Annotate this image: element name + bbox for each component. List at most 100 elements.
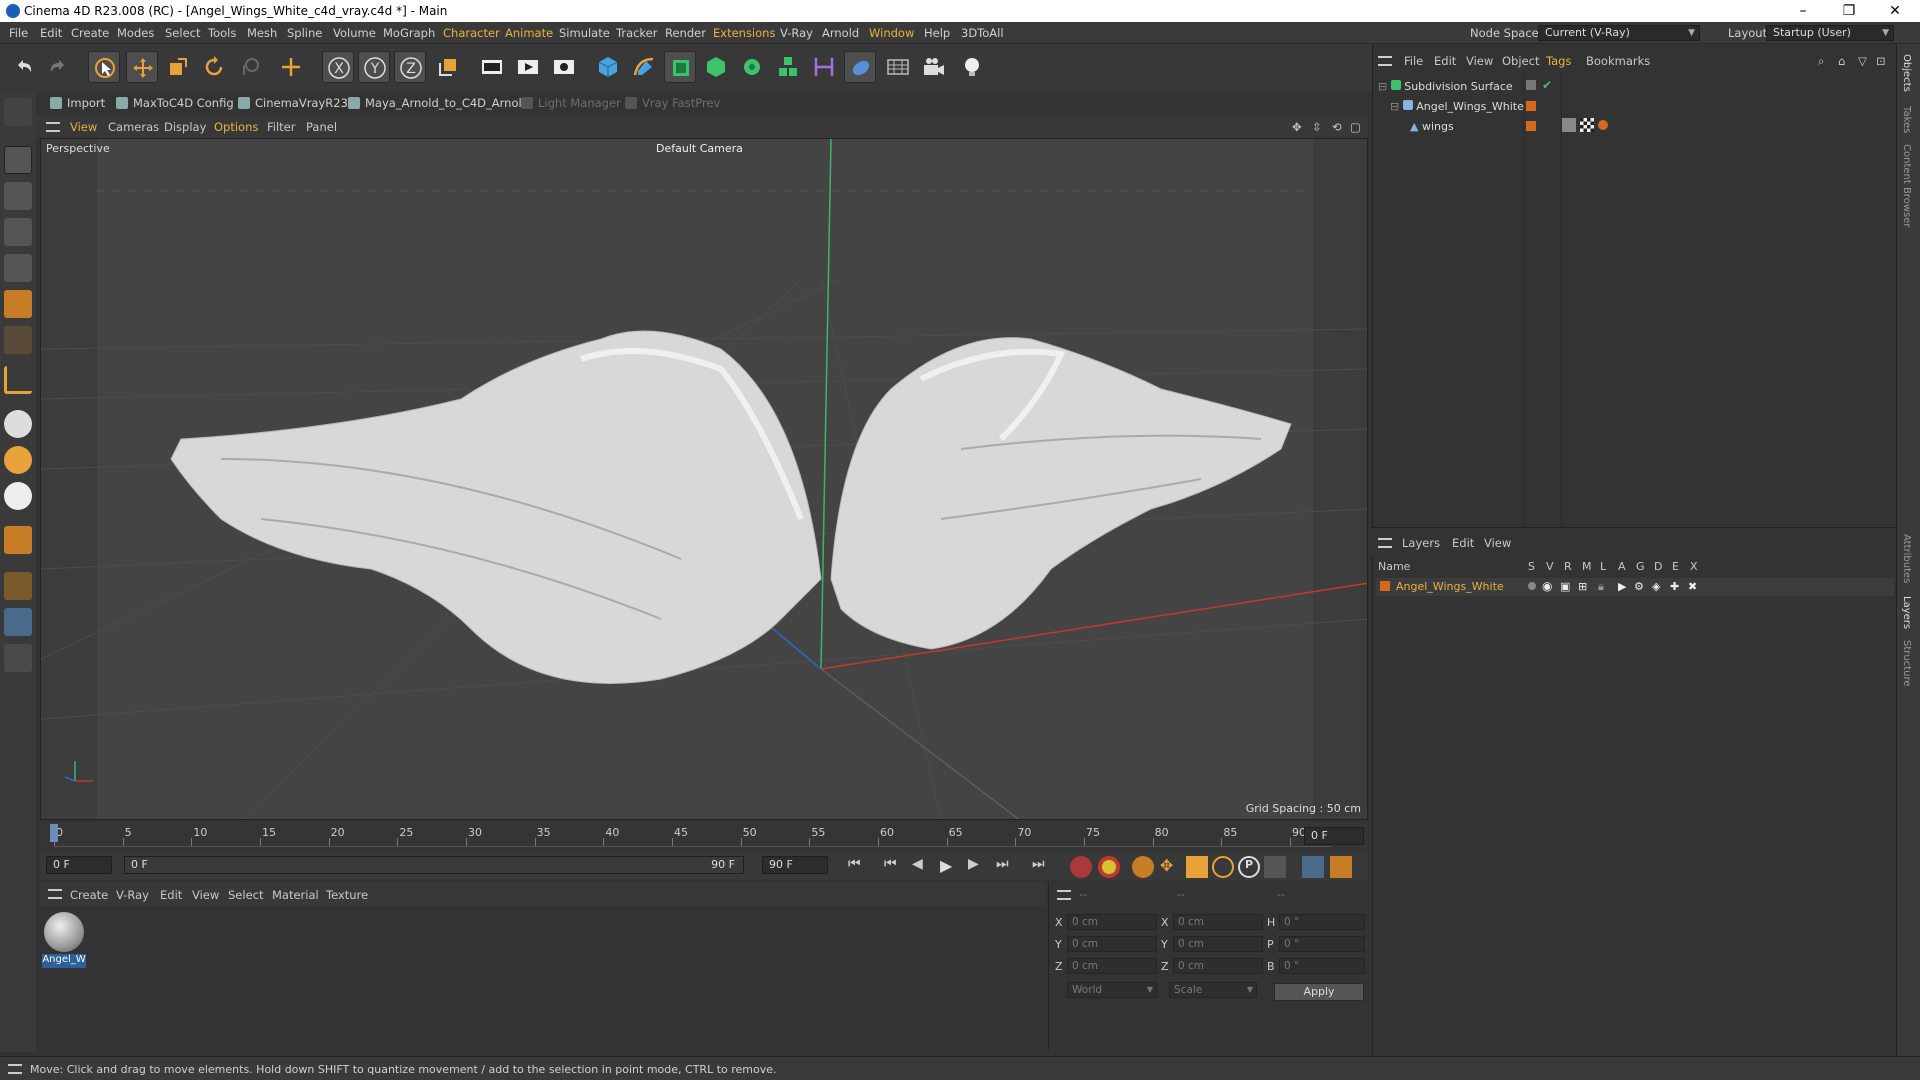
menu-tracker[interactable]: Tracker: [616, 26, 658, 40]
home-icon[interactable]: ⌂: [1838, 54, 1845, 68]
plugin-light-manager[interactable]: Light Manager: [521, 96, 621, 110]
menu-tools[interactable]: Tools: [208, 26, 236, 40]
motion-system-icon[interactable]: [1302, 856, 1324, 878]
timeline-frame-field[interactable]: 0 F: [1304, 827, 1364, 845]
plugin-maxtoc4d-config[interactable]: MaxToC4D Config: [116, 96, 234, 110]
render-settings-button[interactable]: [548, 51, 580, 83]
menu-mesh[interactable]: Mesh: [247, 26, 277, 40]
vp-menu-options[interactable]: Options: [214, 120, 258, 134]
y-axis-lock-button[interactable]: Y: [358, 51, 390, 83]
expand-minus-icon[interactable]: ⊟: [1378, 80, 1387, 93]
deformer-icon[interactable]: [808, 51, 840, 83]
layer-color-swatch[interactable]: [1526, 121, 1536, 131]
maximize-button[interactable]: ❐: [1826, 1, 1872, 21]
layer-menu-layers[interactable]: Layers: [1402, 536, 1440, 550]
object-row-angel-wings[interactable]: ⊟ Angel_Wings_White: [1390, 100, 1524, 113]
menu-select[interactable]: Select: [165, 26, 200, 40]
eye-icon[interactable]: ◉: [1542, 579, 1552, 593]
live-selection-tool[interactable]: [88, 51, 120, 83]
cloner-icon[interactable]: [736, 51, 768, 83]
recent-tool-button[interactable]: [236, 51, 268, 83]
scale-tool[interactable]: [162, 51, 194, 83]
menu-modes[interactable]: Modes: [117, 26, 154, 40]
pen-spline-icon[interactable]: [628, 51, 660, 83]
make-editable-icon[interactable]: [4, 98, 32, 126]
timeline-playhead[interactable]: [50, 824, 58, 842]
extrude-generator-icon[interactable]: [700, 51, 732, 83]
layout-select[interactable]: Startup (User) ▼: [1766, 25, 1894, 41]
rotation-p-field[interactable]: 0 °: [1279, 936, 1365, 952]
frame-range-slider[interactable]: 0 F 90 F: [124, 856, 744, 874]
field-object-icon[interactable]: [844, 51, 876, 83]
enabled-check-icon[interactable]: ✔: [1542, 78, 1552, 92]
layer-row[interactable]: Angel_Wings_White ◉ ▣ ⊞ 🔒︎ ▶ ⚙ ◈ ✚ ✖: [1376, 578, 1894, 596]
render-view-button[interactable]: [476, 51, 508, 83]
toggle-layout-icon[interactable]: ▢: [1350, 120, 1361, 134]
key-rotation-icon[interactable]: [1212, 856, 1234, 878]
undo-button[interactable]: [8, 51, 40, 83]
position-x-field[interactable]: 0 cm: [1067, 914, 1157, 930]
z-axis-lock-button[interactable]: Z: [394, 51, 426, 83]
menu-3dtoall[interactable]: 3DToAll: [961, 26, 1004, 40]
keyframe-selection-icon[interactable]: [1132, 856, 1154, 878]
menu-help[interactable]: Help: [924, 26, 950, 40]
menu-file[interactable]: File: [9, 26, 28, 40]
timeline-window-icon[interactable]: [1330, 856, 1352, 878]
plugin-cinemavray[interactable]: CinemaVrayR23: [238, 96, 348, 110]
viewport-perspective[interactable]: Perspective Default Camera Grid Spacing …: [40, 138, 1368, 820]
editor-visibility-icon[interactable]: [1526, 80, 1536, 90]
mat-menu-view[interactable]: View: [192, 888, 219, 902]
menu-extensions[interactable]: Extensions: [713, 26, 775, 40]
world-coordinates-button[interactable]: [432, 51, 464, 83]
mat-menu-texture[interactable]: Texture: [326, 888, 368, 902]
viewport-camera-label[interactable]: Default Camera: [656, 142, 743, 155]
next-frame-icon[interactable]: ▶: [968, 856, 990, 878]
close-button[interactable]: ✕: [1872, 1, 1918, 21]
om-menu-object[interactable]: Object: [1502, 54, 1539, 68]
menu-edit[interactable]: Edit: [40, 26, 62, 40]
hamburger-icon[interactable]: [1378, 538, 1392, 548]
lock-icon[interactable]: 🔒︎: [1598, 580, 1604, 594]
material-tag-icon[interactable]: [1598, 120, 1608, 130]
menu-volume[interactable]: Volume: [333, 26, 376, 40]
cube-object-icon[interactable]: [592, 51, 624, 83]
move-view-icon[interactable]: ✥: [1292, 120, 1302, 134]
rotate-tool[interactable]: [198, 51, 230, 83]
model-mode-icon[interactable]: [4, 146, 32, 174]
mat-menu-material[interactable]: Material: [272, 888, 319, 902]
mat-menu-create[interactable]: Create: [70, 888, 108, 902]
locked-workplane-icon[interactable]: [4, 608, 32, 636]
polygon-mode-icon[interactable]: [4, 290, 32, 318]
rotate-view-icon[interactable]: ⟲: [1332, 120, 1342, 134]
menu-simulate[interactable]: Simulate: [559, 26, 610, 40]
subdivision-surface-icon[interactable]: [664, 51, 696, 83]
record-keys-icon[interactable]: [1070, 856, 1092, 878]
texture-mode-icon[interactable]: [4, 182, 32, 210]
mat-menu-vray[interactable]: V-Ray: [116, 888, 149, 902]
next-key-icon[interactable]: ⏭: [996, 856, 1018, 878]
vp-menu-panel[interactable]: Panel: [306, 120, 337, 134]
tab-layers[interactable]: Layers: [1901, 596, 1912, 629]
go-to-start-icon[interactable]: ⏮: [848, 856, 870, 878]
size-z-field[interactable]: 0 cm: [1173, 958, 1263, 974]
generator-icon[interactable]: ⚙: [1634, 580, 1644, 593]
render-icon[interactable]: ▣: [1560, 580, 1570, 593]
hamburger-icon[interactable]: [48, 889, 62, 899]
rotation-h-field[interactable]: 0 °: [1279, 914, 1365, 930]
material-swatch[interactable]: Angel_W: [42, 910, 86, 970]
mograph-cubes-icon[interactable]: [772, 51, 804, 83]
menu-spline[interactable]: Spline: [287, 26, 322, 40]
om-menu-edit[interactable]: Edit: [1434, 54, 1456, 68]
floor-environment-icon[interactable]: [882, 51, 914, 83]
size-y-field[interactable]: 0 cm: [1173, 936, 1263, 952]
layer-name[interactable]: Angel_Wings_White: [1396, 580, 1504, 593]
vp-menu-filter[interactable]: Filter: [267, 120, 295, 134]
tab-structure[interactable]: Structure: [1901, 640, 1912, 687]
search-icon[interactable]: ⌕: [1818, 54, 1824, 69]
xref-icon[interactable]: ✖: [1688, 580, 1697, 593]
vp-menu-view[interactable]: View: [70, 120, 97, 134]
vp-menu-cameras[interactable]: Cameras: [108, 120, 159, 134]
key-scale-icon[interactable]: [1186, 856, 1208, 878]
previous-frame-icon[interactable]: ◀: [912, 856, 934, 878]
layer-menu-view[interactable]: View: [1484, 536, 1511, 550]
